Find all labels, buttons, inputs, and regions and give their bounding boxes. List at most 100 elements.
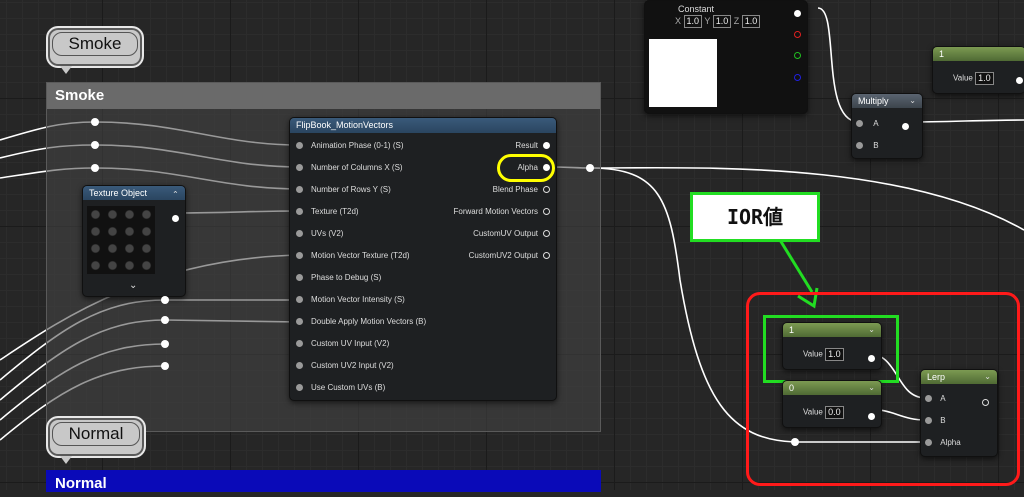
constant-node-title: Constant	[677, 4, 715, 14]
reroute-node[interactable]	[161, 340, 169, 348]
input-b-row: B	[925, 415, 946, 427]
comment-bubble-smoke[interactable]: Smoke	[46, 26, 144, 74]
chevron-down-icon[interactable]: ⌄	[909, 94, 916, 108]
output-pin[interactable]	[543, 230, 550, 238]
output-pin[interactable]	[868, 413, 875, 421]
output-pin[interactable]	[172, 215, 179, 223]
input-pin[interactable]	[296, 384, 303, 392]
input-pin[interactable]	[856, 142, 863, 150]
flipbook-input-row: Number of Columns X (S)	[296, 162, 403, 174]
input-b-row: B	[856, 140, 879, 152]
input-pin[interactable]	[296, 164, 303, 172]
pin-label: Texture (T2d)	[311, 207, 359, 216]
input-pin[interactable]	[296, 362, 303, 370]
comment-bubble-smoke-label: Smoke	[52, 32, 138, 56]
y-value-field[interactable]: 1.0	[712, 15, 732, 28]
x-value-field[interactable]: 1.0	[683, 15, 703, 28]
constant-value-node-top[interactable]: 1 Value 1.0	[932, 46, 1024, 94]
output-pin[interactable]	[982, 399, 989, 407]
constant-xyz-row: X 1.0 Y 1.0 Z 1.0	[675, 15, 761, 28]
reroute-node[interactable]	[161, 296, 169, 304]
constant-node[interactable]: Constant X 1.0 Y 1.0 Z 1.0	[644, 0, 808, 114]
x-label: X	[675, 15, 682, 26]
lerp-node[interactable]: Lerp ⌄ A B Alpha	[920, 369, 998, 457]
input-pin[interactable]	[296, 252, 303, 260]
node-title: Multiply ⌄	[852, 94, 922, 108]
flipbook-output-row: Forward Motion Vectors	[454, 206, 550, 218]
flipbook-input-row: Phase to Debug (S)	[296, 272, 381, 284]
output-pin[interactable]	[902, 123, 909, 131]
output-pin[interactable]	[1016, 77, 1023, 85]
input-pin[interactable]	[296, 186, 303, 194]
chevron-down-icon[interactable]: ⌄	[984, 370, 991, 384]
input-pin[interactable]	[925, 439, 932, 447]
reroute-node[interactable]	[161, 362, 169, 370]
flipbook-output-row: CustomUV Output	[473, 228, 550, 240]
output-pin[interactable]	[543, 208, 550, 216]
node-title: Lerp ⌄	[921, 370, 997, 384]
reroute-node[interactable]	[91, 164, 99, 172]
flipbook-input-row: Number of Rows Y (S)	[296, 184, 391, 196]
input-pin[interactable]	[925, 417, 932, 425]
comment-header-smoke: Smoke	[47, 83, 600, 109]
flipbook-input-row: Animation Phase (0-1) (S)	[296, 140, 403, 152]
node-title: Texture Object ⌄	[83, 186, 185, 200]
pin-label: Alpha	[940, 438, 961, 447]
texture-object-node[interactable]: Texture Object ⌄ ⌄	[82, 185, 186, 297]
pin-label: Phase to Debug (S)	[311, 273, 382, 282]
flipbook-input-row: Custom UV Input (V2)	[296, 338, 389, 350]
input-pin[interactable]	[296, 318, 303, 326]
input-pin[interactable]	[296, 296, 303, 304]
ior-annotation-label: IOR値	[690, 192, 820, 242]
reroute-node[interactable]	[91, 141, 99, 149]
pin-label: B	[940, 416, 946, 425]
multiply-node[interactable]: Multiply ⌄ A B	[851, 93, 923, 159]
output-pin[interactable]	[794, 10, 801, 18]
flipbook-input-row: Double Apply Motion Vectors (B)	[296, 316, 426, 328]
value-field[interactable]: 0.0	[825, 406, 844, 419]
pin-label: CustomUV Output	[473, 229, 538, 238]
output-pin[interactable]	[543, 186, 550, 194]
annotation-green-frame	[763, 315, 899, 383]
reroute-node[interactable]	[161, 316, 169, 324]
flipbook-output-row: CustomUV2 Output	[469, 250, 550, 262]
pin-label: Blend Phase	[492, 185, 538, 194]
chevron-up-icon[interactable]: ⌄	[172, 186, 179, 200]
input-pin[interactable]	[296, 274, 303, 282]
pin-label: B	[873, 141, 879, 150]
value-row: Value 1.0	[953, 72, 994, 85]
output-pin-blue[interactable]	[794, 74, 801, 82]
y-label: Y	[704, 15, 711, 26]
input-pin[interactable]	[925, 395, 932, 403]
constant-value-node-zero[interactable]: 0 ⌄ Value 0.0	[782, 380, 882, 428]
node-title: FlipBook_MotionVectors	[290, 118, 556, 133]
output-pin[interactable]	[543, 252, 550, 260]
comment-box-normal[interactable]: Normal	[46, 470, 601, 492]
input-pin[interactable]	[296, 208, 303, 216]
chevron-down-icon[interactable]: ⌄	[129, 280, 137, 291]
flipbook-output-row: Blend Phase	[493, 184, 550, 196]
value-label: Value	[803, 407, 823, 417]
output-pin-green[interactable]	[794, 52, 801, 60]
reroute-node[interactable]	[91, 118, 99, 126]
input-pin[interactable]	[856, 120, 863, 128]
flipbook-input-row: Texture (T2d)	[296, 206, 359, 218]
comment-bubble-normal[interactable]: Normal	[46, 416, 146, 464]
input-a-row: A	[925, 393, 946, 405]
output-pin-red[interactable]	[794, 31, 801, 39]
reroute-node[interactable]	[586, 164, 594, 172]
pin-label: Use Custom UVs (B)	[311, 383, 386, 392]
pin-label: Animation Phase (0-1) (S)	[311, 141, 404, 150]
input-pin[interactable]	[296, 142, 303, 150]
input-pin[interactable]	[296, 230, 303, 238]
output-pin[interactable]	[543, 142, 550, 150]
input-alpha-row: Alpha	[925, 437, 961, 449]
value-row: Value 0.0	[803, 406, 844, 419]
chevron-down-icon[interactable]: ⌄	[868, 381, 875, 395]
input-pin[interactable]	[296, 340, 303, 348]
pin-label: Double Apply Motion Vectors (B)	[311, 317, 427, 326]
z-value-field[interactable]: 1.0	[741, 15, 761, 28]
value-field[interactable]: 1.0	[975, 72, 994, 85]
comment-header-normal: Normal	[55, 475, 107, 492]
pin-label: UVs (V2)	[311, 229, 344, 238]
